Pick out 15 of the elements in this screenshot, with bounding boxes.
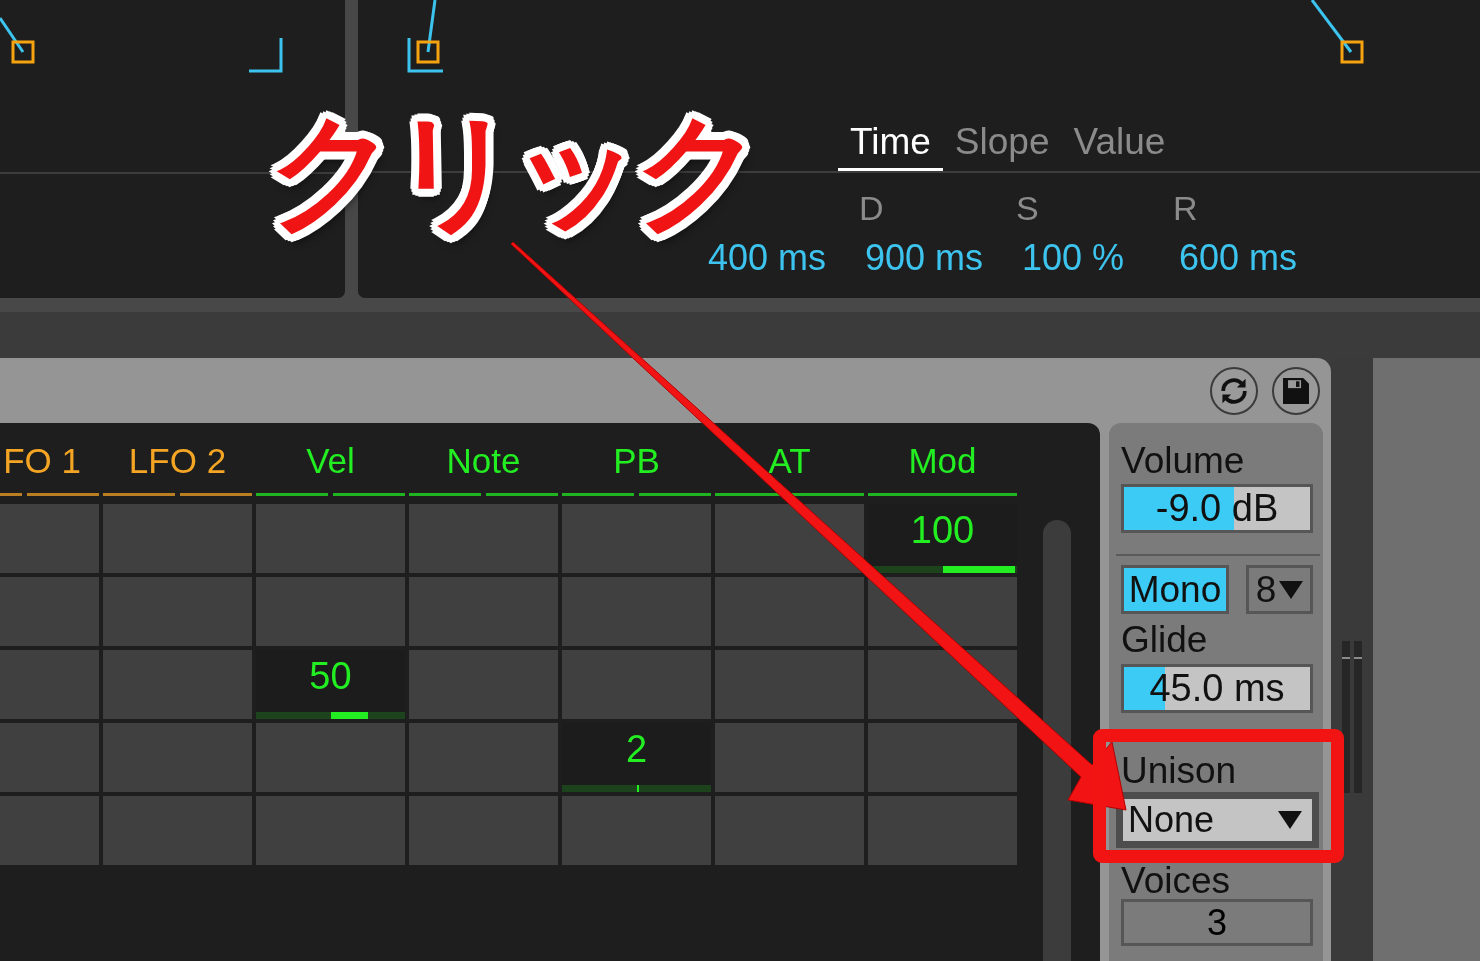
envelope-param-label: R [1173, 188, 1198, 228]
column-header: PB [613, 441, 660, 481]
envelope-param-label: S [1016, 188, 1039, 228]
annotation-text: クリック [268, 101, 756, 242]
column-header: FO 1 [3, 441, 81, 481]
field-label: Volume [1121, 441, 1245, 481]
envelope-param-label: D [859, 188, 884, 228]
field-label: Voices [1121, 863, 1230, 899]
field-label: Glide [1121, 620, 1208, 660]
column-header: Vel [306, 441, 355, 481]
column-header: AT [768, 441, 811, 481]
column-header: Mod [908, 441, 977, 481]
column-header: Note [446, 441, 521, 481]
field-label: Unison [1121, 751, 1237, 791]
column-header: LFO 2 [128, 441, 227, 481]
